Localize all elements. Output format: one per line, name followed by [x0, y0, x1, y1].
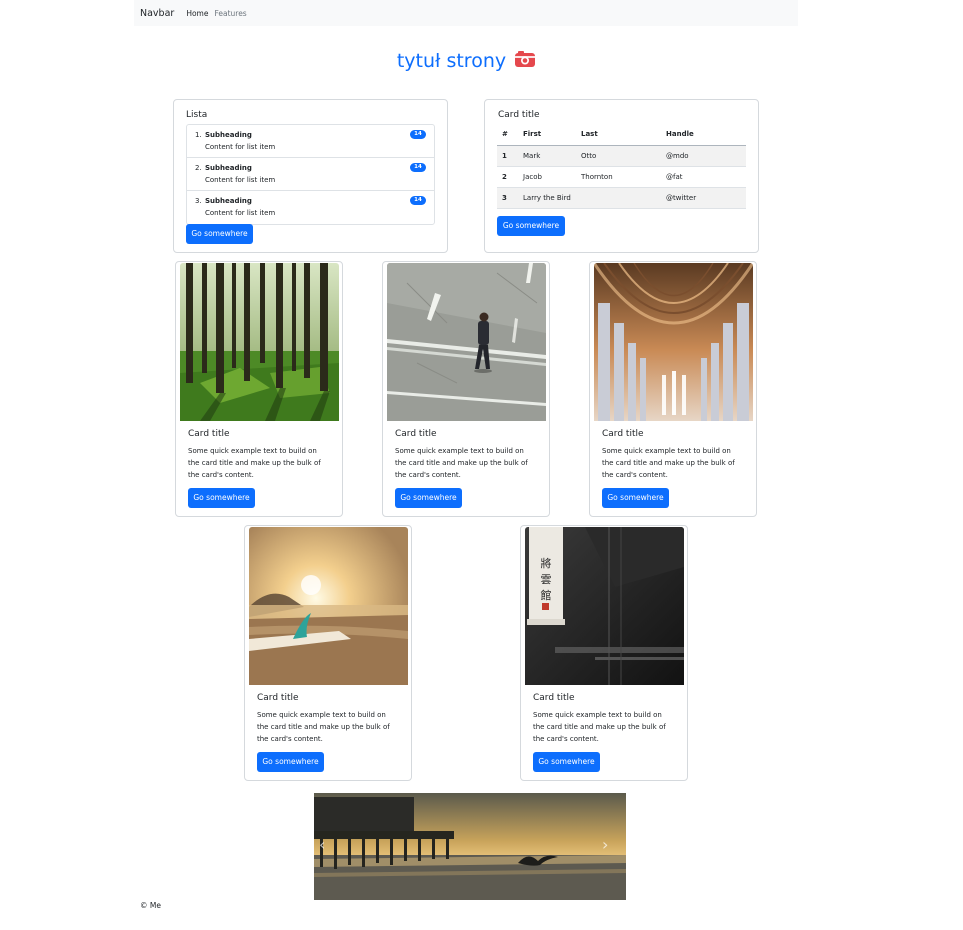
image-card: Card title Some quick example text to bu…: [244, 525, 412, 781]
table-cell: @mdo: [666, 145, 746, 167]
image-carousel[interactable]: ‹ ›: [306, 793, 626, 900]
list-card-title: Lista: [186, 110, 208, 120]
table-cell: Thornton: [581, 166, 666, 188]
table-cell: 3: [497, 187, 523, 209]
list-item-content: Content for list item: [205, 209, 276, 217]
lantern-image: 將 雲 館: [525, 527, 684, 685]
table-cell: Jacob: [523, 166, 581, 188]
pier-sunset-image: [306, 793, 626, 900]
table-cell: 1: [497, 145, 523, 167]
cathedral-image: [594, 263, 753, 421]
card-title: Card title: [188, 429, 230, 439]
card-text: Some quick example text to build on the …: [188, 447, 321, 479]
card-text: Some quick example text to build on the …: [602, 447, 735, 479]
list-card: Lista 1. Subheading Content for list ite…: [173, 99, 448, 253]
list-item-heading: Subheading: [205, 131, 252, 139]
card-button[interactable]: Go somewhere: [257, 752, 324, 772]
table-cell: Mark: [523, 145, 581, 167]
table-card-title: Card title: [498, 110, 540, 120]
table-header: Last: [581, 124, 666, 146]
list-item[interactable]: 3. Subheading Content for list item 14: [187, 191, 434, 224]
table-cell: Otto: [581, 145, 666, 167]
card-title: Card title: [257, 693, 299, 703]
card-button[interactable]: Go somewhere: [188, 488, 255, 508]
table-row: 1 Mark Otto @mdo: [497, 145, 746, 167]
list-card-button[interactable]: Go somewhere: [186, 224, 253, 244]
camera-icon: [514, 50, 536, 73]
footer-text: © Me: [140, 901, 161, 910]
list-item-badge: 14: [410, 130, 426, 139]
table-cell: 2: [497, 166, 523, 188]
image-card: Card title Some quick example text to bu…: [589, 261, 757, 517]
list-item-content: Content for list item: [205, 143, 276, 151]
table-header: #: [497, 124, 523, 146]
image-card: 將 雲 館 Card title Some quick example text…: [520, 525, 688, 781]
navbar: Navbar Home Features: [134, 0, 798, 26]
navbar-brand[interactable]: Navbar: [140, 8, 174, 19]
page-title-text: tytuł strony: [396, 50, 507, 72]
list-item-number: 1.: [195, 131, 202, 139]
card-text: Some quick example text to build on the …: [533, 711, 666, 743]
list-group: 1. Subheading Content for list item 14 2…: [186, 124, 435, 225]
chevron-left-icon[interactable]: ‹: [319, 835, 325, 854]
list-item[interactable]: 2. Subheading Content for list item 14: [187, 158, 434, 191]
chevron-right-icon[interactable]: ›: [602, 835, 608, 854]
list-item-badge: 14: [410, 196, 426, 205]
card-button[interactable]: Go somewhere: [395, 488, 462, 508]
svg-text:館: 館: [541, 588, 552, 602]
svg-text:雲: 雲: [541, 573, 552, 586]
card-title: Card title: [395, 429, 437, 439]
svg-text:將: 將: [541, 556, 552, 570]
table-cell: @twitter: [666, 187, 746, 209]
card-text: Some quick example text to build on the …: [395, 447, 528, 479]
list-item[interactable]: 1. Subheading Content for list item 14: [187, 125, 434, 158]
table-header-row: # First Last Handle: [497, 124, 746, 146]
table-header: First: [523, 124, 581, 146]
image-card: Card title Some quick example text to bu…: [382, 261, 550, 517]
nav-link-features[interactable]: Features: [214, 9, 246, 18]
card-text: Some quick example text to build on the …: [257, 711, 390, 743]
card-button[interactable]: Go somewhere: [602, 488, 669, 508]
image-card: Card title Some quick example text to bu…: [175, 261, 343, 517]
list-item-badge: 14: [410, 163, 426, 172]
nav-link-home[interactable]: Home: [186, 9, 208, 18]
card-title: Card title: [602, 429, 644, 439]
list-item-heading: Subheading: [205, 164, 252, 172]
data-table: # First Last Handle 1 Mark Otto @mdo 2 J…: [497, 124, 746, 209]
list-item-number: 2.: [195, 164, 202, 172]
list-item-number: 3.: [195, 197, 202, 205]
man-on-road-image: [387, 263, 546, 421]
table-header: Handle: [666, 124, 746, 146]
table-cell: Larry the Bird: [523, 187, 666, 209]
card-title: Card title: [533, 693, 575, 703]
forest-image: [180, 263, 339, 421]
beach-image: [249, 527, 408, 685]
table-card-button[interactable]: Go somewhere: [497, 216, 565, 236]
card-button[interactable]: Go somewhere: [533, 752, 600, 772]
table-card: Card title # First Last Handle 1 Mark Ot…: [484, 99, 759, 253]
table-row: 2 Jacob Thornton @fat: [497, 166, 746, 188]
table-cell: @fat: [666, 166, 746, 188]
page-title: tytuł strony: [0, 50, 933, 73]
list-item-content: Content for list item: [205, 176, 276, 184]
table-row: 3 Larry the Bird @twitter: [497, 187, 746, 209]
list-item-heading: Subheading: [205, 197, 252, 205]
